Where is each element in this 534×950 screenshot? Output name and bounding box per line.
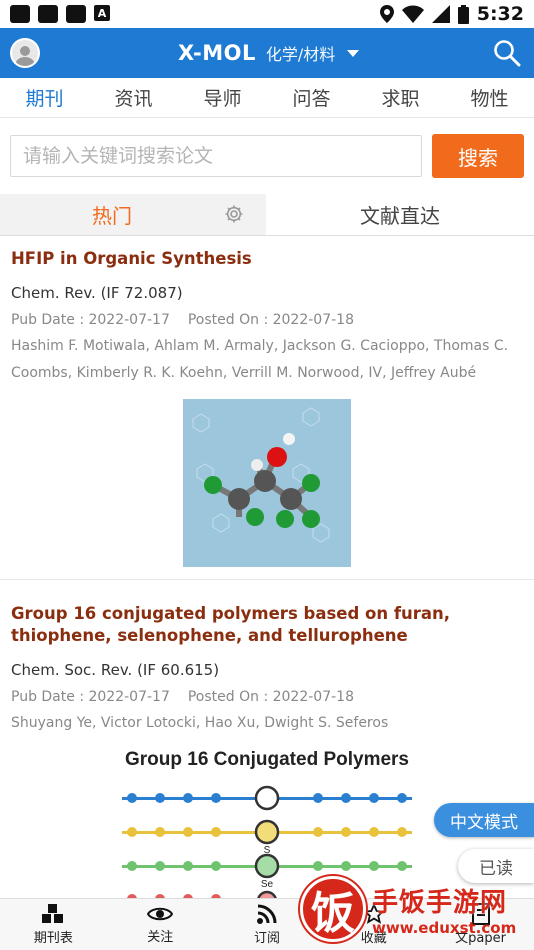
article-authors: Shuyang Ye, Victor Lotocki, Hao Xu, Dwig… bbox=[11, 715, 389, 731]
notification-icon bbox=[66, 5, 86, 23]
main-tabs: 期刊 资讯 导师 问答 求职 物性 bbox=[0, 78, 534, 118]
nav-follow[interactable]: 关注 bbox=[107, 899, 214, 950]
list-item[interactable]: Group 16 conjugated polymers based on fu… bbox=[0, 580, 534, 905]
rss-icon bbox=[256, 904, 277, 924]
search-submit-button[interactable]: 搜索 bbox=[432, 134, 524, 178]
pub-date: Pub Date : 2022-07-17 bbox=[11, 312, 170, 328]
nav-label: 订阅 bbox=[253, 931, 280, 946]
clock: 5:32 bbox=[476, 3, 524, 25]
app-header: X-MOL 化学/材料 bbox=[0, 28, 534, 78]
category-selector[interactable]: 化学/材料 bbox=[266, 41, 335, 65]
gear-icon[interactable] bbox=[224, 204, 244, 224]
article-title[interactable]: Group 16 conjugated polymers based on fu… bbox=[11, 603, 523, 647]
search-row: 搜索 bbox=[0, 118, 534, 194]
toc-image-title: Group 16 Conjugated Polymers bbox=[125, 749, 409, 770]
tab-literature-direct[interactable]: 文献直达 bbox=[266, 194, 534, 235]
article-dates: Pub Date : 2022-07-17 Posted On : 2022-07… bbox=[11, 689, 523, 705]
article-dates: Pub Date : 2022-07-17 Posted On : 2022-07… bbox=[11, 312, 523, 328]
posted-date: Posted On : 2022-07-18 bbox=[187, 312, 354, 328]
tab-hot-label: 热门 bbox=[92, 204, 132, 228]
nav-label: 关注 bbox=[147, 930, 174, 945]
watermark-logo: 饭 bbox=[300, 876, 366, 942]
tab-hot[interactable]: 热门 bbox=[0, 194, 266, 235]
polymer-chain-blue bbox=[122, 785, 412, 811]
sub-tabs: 热门 文献直达 bbox=[0, 194, 534, 236]
search-input[interactable] bbox=[10, 135, 422, 177]
app-notification-icon: A bbox=[94, 5, 110, 21]
ring-label-se: Se bbox=[261, 879, 274, 890]
tab-mentors[interactable]: 导师 bbox=[193, 80, 251, 115]
pub-date: Pub Date : 2022-07-17 bbox=[11, 689, 170, 705]
chevron-down-icon[interactable] bbox=[347, 49, 360, 57]
article-title[interactable]: HFIP in Organic Synthesis bbox=[11, 248, 523, 270]
tab-qa[interactable]: 问答 bbox=[282, 80, 340, 115]
user-icon bbox=[15, 46, 35, 66]
search-button[interactable] bbox=[490, 36, 524, 70]
app-title: X-MOL bbox=[178, 41, 256, 65]
watermark-name: 手饭手游网 bbox=[372, 887, 508, 918]
nav-label: 期刊表 bbox=[33, 931, 73, 946]
notification-icon bbox=[38, 5, 58, 23]
wifi-icon bbox=[401, 5, 424, 23]
brand[interactable]: X-MOL 化学/材料 bbox=[178, 28, 360, 78]
status-bar: A 5:32 bbox=[0, 0, 534, 28]
location-icon bbox=[379, 5, 394, 23]
watermark-url: www.eduxst.com bbox=[372, 918, 517, 937]
nav-journal-list[interactable]: 期刊表 bbox=[0, 899, 107, 950]
cubes-icon bbox=[42, 904, 64, 923]
tab-properties[interactable]: 物性 bbox=[460, 80, 518, 115]
avatar[interactable] bbox=[10, 38, 40, 68]
chinese-mode-button[interactable]: 中文模式 bbox=[434, 803, 534, 837]
search-icon bbox=[494, 40, 521, 67]
list-item[interactable]: HFIP in Organic Synthesis Chem. Rev. (IF… bbox=[0, 236, 534, 580]
article-authors: Hashim F. Motiwala, Ahlam M. Armaly, Jac… bbox=[11, 338, 509, 381]
tab-journals[interactable]: 期刊 bbox=[15, 80, 73, 115]
eye-icon bbox=[147, 907, 174, 921]
notification-icon bbox=[10, 5, 30, 23]
signal-icon bbox=[431, 5, 450, 23]
tab-news[interactable]: 资讯 bbox=[104, 80, 162, 115]
polymer-chain-yellow: S bbox=[122, 819, 412, 856]
article-toc-image[interactable] bbox=[183, 399, 351, 567]
article-journal: Chem. Soc. Rev. (IF 60.615) bbox=[11, 661, 220, 679]
posted-date: Posted On : 2022-07-18 bbox=[187, 689, 354, 705]
battery-icon bbox=[457, 4, 469, 24]
tab-jobs[interactable]: 求职 bbox=[371, 80, 429, 115]
article-journal: Chem. Rev. (IF 72.087) bbox=[11, 284, 183, 302]
watermark: 饭 手饭手游网 www.eduxst.com bbox=[300, 868, 534, 950]
